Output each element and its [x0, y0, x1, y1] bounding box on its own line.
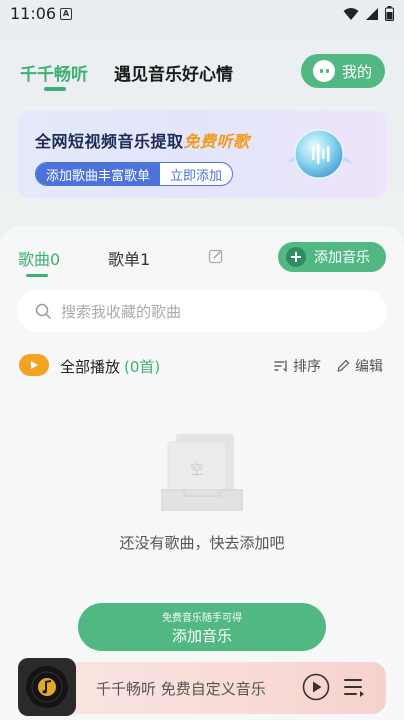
album-art-icon[interactable] [18, 658, 76, 716]
status-time: 11:06 [10, 4, 57, 23]
banner-pill[interactable]: 添加歌曲丰富歌单 立即添加 [35, 162, 234, 186]
promo-banner[interactable]: 全网短视频音乐提取免费听歌 添加歌曲丰富歌单 立即添加 [17, 110, 387, 198]
mine-button[interactable]: 我的 [301, 54, 385, 88]
play-all-row: 全部播放 (0首) 排序 编辑 [0, 352, 404, 380]
player-title: 千千畅听 免费自定义音乐 [96, 680, 266, 698]
banner-title: 全网短视频音乐提取免费听歌 [35, 128, 250, 152]
banner-title-free: 免费听歌 [183, 132, 250, 151]
empty-glyph: 空 [190, 463, 203, 478]
sort-icon [274, 360, 287, 372]
mine-button-label: 我的 [342, 62, 373, 81]
notification-a-icon: A [60, 8, 72, 20]
battery-icon [385, 6, 394, 21]
add-music-button[interactable]: + 添加音乐 [278, 242, 386, 272]
search-placeholder: 搜索我收藏的歌曲 [61, 302, 182, 321]
bottom-add-subtitle: 免费音乐随手可得 [162, 613, 242, 624]
top-nav: 千千畅听 遇见音乐好心情 我的 [0, 48, 404, 96]
add-now-button[interactable]: 立即添加 [160, 165, 232, 184]
play-all-button[interactable]: 全部播放 [60, 356, 120, 377]
mini-player[interactable]: 千千畅听 免费自定义音乐 [18, 658, 386, 716]
tab-active-indicator [44, 87, 66, 91]
bottom-add-label: 添加音乐 [171, 627, 232, 645]
banner-pill-left: 添加歌曲丰富歌单 [36, 163, 161, 185]
tab-songs[interactable]: 歌曲0 [18, 246, 60, 270]
sort-button[interactable]: 排序 [274, 356, 321, 376]
sort-label: 排序 [293, 359, 321, 375]
status-bar: 11:06 A [0, 0, 404, 28]
search-input[interactable]: 搜索我收藏的歌曲 [17, 290, 387, 332]
tab-slogan[interactable]: 遇见音乐好心情 [114, 60, 233, 85]
add-music-label: 添加音乐 [314, 250, 370, 266]
pencil-icon [337, 359, 350, 372]
wifi-icon [343, 7, 359, 20]
bottom-add-music-button[interactable]: 免费音乐随手可得 添加音乐 [78, 603, 326, 651]
edit-playlist-icon[interactable] [208, 248, 224, 264]
plus-icon: + [286, 247, 306, 267]
songs-tab-indicator [26, 274, 48, 277]
avatar-icon [313, 60, 335, 82]
banner-title-prefix: 全网短视频音乐提取 [35, 132, 184, 151]
playlist-icon[interactable] [344, 675, 366, 699]
edit-list-button[interactable]: 编辑 [336, 356, 383, 376]
library-card: 歌曲0 歌单1 + 添加音乐 搜索我收藏的歌曲 全部播放 (0首) 排序 编辑 … [0, 226, 404, 720]
tab-playlists[interactable]: 歌单1 [108, 246, 150, 270]
empty-box-icon: 空 [161, 434, 243, 511]
audio-orb-icon [285, 129, 353, 179]
edit-label: 编辑 [355, 359, 383, 375]
play-all-icon[interactable] [19, 354, 49, 376]
signal-icon [366, 7, 378, 20]
empty-state-text: 还没有歌曲，快去添加吧 [119, 534, 285, 552]
status-icons [343, 6, 394, 21]
play-icon[interactable] [302, 673, 330, 701]
tab-qianqian[interactable]: 千千畅听 [20, 60, 88, 85]
play-all-count: (0首) [124, 358, 161, 376]
search-icon [35, 303, 51, 319]
